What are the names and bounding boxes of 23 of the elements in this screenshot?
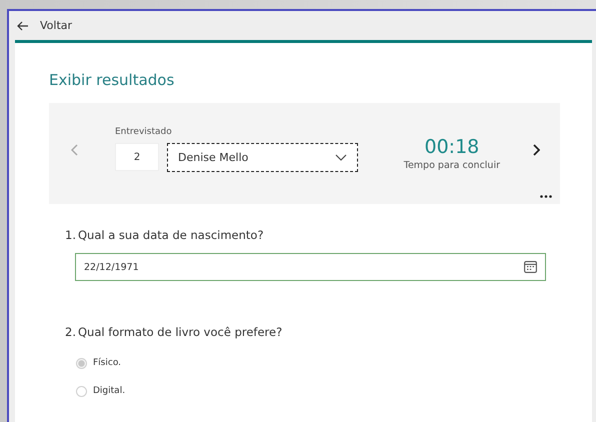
completion-time: 00:18	[424, 136, 480, 158]
chevron-left-icon	[71, 144, 79, 156]
chevron-down-icon	[335, 154, 347, 161]
question-number: 2.	[65, 325, 76, 339]
calendar-icon	[524, 261, 537, 273]
completion-time-label: Tempo para concluir	[404, 160, 500, 171]
chevron-right-icon	[532, 144, 540, 156]
more-icon	[540, 195, 552, 198]
question-text: Qual a sua data de nascimento?	[78, 228, 264, 242]
question-number: 1.	[65, 228, 76, 242]
respondent-label: Entrevistado	[115, 127, 173, 137]
respondent-dropdown[interactable]: Denise Mello	[167, 143, 358, 172]
more-options-button[interactable]	[540, 195, 552, 198]
date-field[interactable]: 22/12/1971	[75, 253, 546, 281]
respondent-number-field[interactable]: 2	[115, 143, 159, 171]
option-label: Físico.	[93, 358, 122, 368]
option-label: Digital.	[93, 386, 126, 396]
back-arrow-icon	[17, 20, 29, 30]
radio-button[interactable]	[76, 386, 87, 396]
question-text: Qual formato de livro você prefere?	[78, 325, 282, 339]
back-button[interactable]: Voltar	[15, 19, 76, 32]
page-title: Exibir resultados	[49, 71, 176, 89]
radio-button[interactable]	[76, 358, 87, 368]
